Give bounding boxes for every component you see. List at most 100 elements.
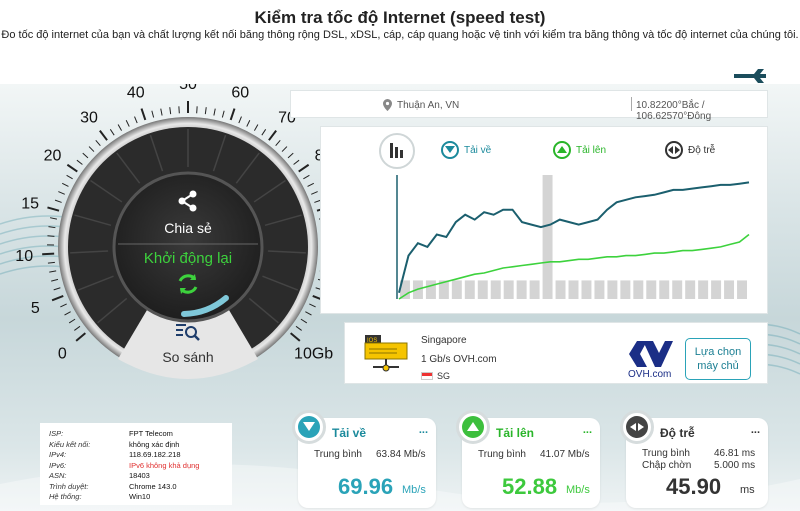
share-button[interactable]: Chia sẻ: [148, 190, 228, 236]
server-panel: IOS Singapore 1 Gb/s OVH.com SG OVH.com …: [344, 322, 768, 384]
download-card-icon: [292, 410, 326, 444]
server-icon: IOS: [364, 335, 408, 372]
isp-info-panel: ISP: FPT Telecom Kiểu kết nối: không xác đị…: [40, 423, 232, 505]
ping-bar: [685, 280, 696, 299]
triangle-up-icon: [557, 146, 567, 153]
gauge-tick: [88, 146, 95, 152]
gauge-tick: [82, 152, 89, 159]
gauge-tick: [61, 182, 69, 187]
restart-label: Khởi động lại: [143, 250, 233, 267]
upload-more-button[interactable]: ...: [583, 424, 592, 436]
isp-row-key: IPv6:: [49, 460, 67, 470]
ping-bar: [529, 280, 540, 299]
ping-bar: [555, 280, 566, 299]
isp-row: Kiểu kết nối: không xác định: [49, 440, 229, 449]
gauge-tick: [68, 318, 76, 324]
ping-avg-label: Trung bình: [642, 448, 690, 459]
gauge-tick-label: 60: [231, 85, 249, 102]
location-coords: 10.82200°Bắc / 106.62570°Đông: [636, 100, 712, 122]
triangle-down-icon: [303, 422, 315, 431]
upload-speed-value: 52.88: [502, 474, 558, 499]
ping-bar: [711, 280, 722, 299]
restart-button[interactable]: Khởi động lại: [132, 250, 244, 304]
gauge-tick: [295, 325, 302, 331]
upload-result-card: Tải lên ... Trung bình 41.07 Mb/s 52.88 …: [456, 410, 600, 508]
gauge-tick: [49, 270, 57, 273]
legend-download[interactable]: Tải về: [441, 141, 491, 159]
ping-more-button[interactable]: ...: [751, 424, 760, 436]
ping-bar: [516, 280, 527, 299]
isp-row-key: Trình duyệt:: [49, 481, 89, 491]
ping-bar: [451, 280, 462, 299]
refresh-icon: [178, 274, 198, 294]
gauge-tick: [275, 140, 281, 146]
isp-row: ISP: FPT Telecom: [49, 429, 229, 438]
upload-avg-value: 41.07 Mb/s: [540, 449, 590, 460]
isp-row: Hệ thống: Win10: [49, 492, 229, 501]
gauge-tick: [160, 108, 163, 116]
legend-upload[interactable]: Tải lên: [553, 141, 606, 159]
server-host: 1 Gb/s OVH.com: [421, 354, 497, 365]
legend-ping[interactable]: Độ trễ: [665, 141, 715, 159]
graph-toggle-button[interactable]: [379, 133, 415, 169]
gauge-tick-label: 10Gb: [294, 345, 333, 362]
gauge-tick: [49, 217, 58, 220]
gauge-tick-label: 40: [127, 85, 145, 102]
download-title: Tải về: [332, 426, 367, 440]
isp-row-value: FPT Telecom: [129, 429, 173, 438]
ping-result-card: Độ trễ ... Trung bình 46.81 ms Chập chờn…: [620, 410, 768, 508]
gauge-tick: [229, 108, 236, 121]
gauge-tick: [169, 107, 172, 115]
gauge-tick: [221, 110, 225, 118]
ping-bar: [464, 280, 475, 299]
isp-row: IPv6: IPv6 không khả dụng: [49, 461, 229, 470]
location-divider: [631, 97, 632, 111]
isp-row-key: ISP:: [49, 429, 64, 438]
ovh-logo: [629, 341, 673, 367]
gauge-tick: [64, 311, 71, 316]
ping-bar: [477, 280, 488, 299]
gauge-tick: [60, 303, 67, 308]
gauge-tick: [287, 152, 294, 159]
download-avg-label: Trung bình: [314, 449, 362, 460]
upload-card-icon: [456, 410, 490, 444]
page-subtitle: Đo tốc độ internet của bạn và chất lượng…: [1, 29, 799, 41]
ping-bar: [581, 280, 592, 299]
isp-row-key: Kiểu kết nối:: [49, 439, 91, 449]
ping-value: 45.90: [666, 474, 722, 499]
isp-row-key: Hệ thống:: [49, 492, 82, 501]
ping-bar: [672, 280, 683, 299]
gauge-tick: [134, 116, 138, 124]
compare-button[interactable]: So sánh: [150, 322, 226, 366]
wrench-icon[interactable]: [732, 64, 768, 88]
ping-bar: [425, 280, 436, 299]
gauge-tick: [303, 174, 310, 180]
ping-avg-value: 46.81 ms: [714, 448, 756, 459]
gauge-tick-label: 20: [44, 148, 62, 165]
ping-arrows-icon: [668, 146, 680, 154]
gauge-tick: [305, 311, 312, 316]
download-unit: Mb/s: [402, 484, 426, 496]
gauge-tick: [261, 129, 267, 136]
gauge-tick: [125, 120, 130, 127]
compare-label: So sánh: [162, 349, 214, 365]
server-location: Singapore: [421, 335, 467, 346]
gauge-tick: [66, 163, 78, 173]
ping-bar: [620, 280, 631, 299]
ping-bar: [607, 280, 618, 299]
legend-ping-label: Độ trễ: [688, 144, 716, 156]
gauge-tick: [309, 303, 316, 308]
gauge-tick: [99, 130, 108, 141]
ping-bar: [698, 280, 709, 299]
compare-search-icon: [176, 324, 200, 341]
isp-row: ASN: 18403: [49, 471, 229, 480]
isp-row-value: IPv6 không khả dụng: [129, 460, 200, 470]
gauge-tick-label: 10: [15, 248, 33, 265]
change-server-button[interactable]: Lựa chọn máy chủ: [685, 338, 751, 380]
download-speed-value: 69.96: [338, 474, 394, 499]
ping-jitter-label: Chập chờn: [642, 460, 692, 471]
download-more-button[interactable]: ...: [419, 424, 428, 436]
isp-row-value: 18403: [129, 471, 150, 480]
ping-title: Độ trễ: [660, 426, 695, 440]
download-series-line: [398, 181, 750, 294]
